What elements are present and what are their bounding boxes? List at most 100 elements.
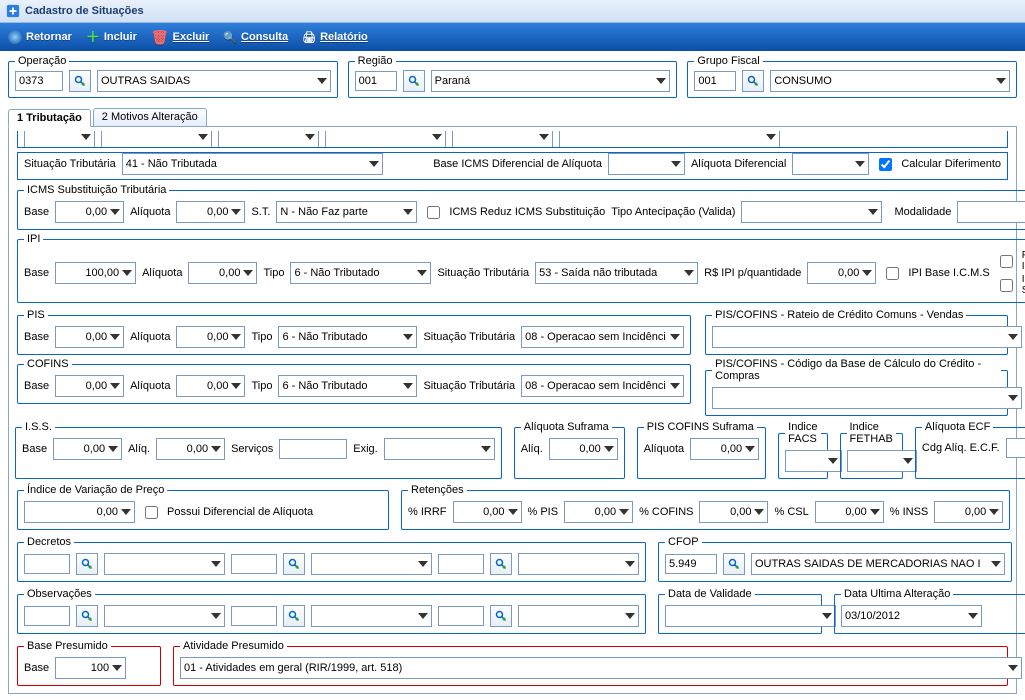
calc-dif-label: Calcular Diferimento: [901, 158, 1001, 170]
grupo-lookup-button[interactable]: [742, 70, 764, 92]
cut-field-5[interactable]: [452, 131, 553, 148]
icms-sub-aliq[interactable]: [176, 201, 245, 223]
modalidade-select[interactable]: [957, 201, 1025, 223]
cfop-lookup[interactable]: [723, 553, 745, 575]
decreto-code-3[interactable]: [438, 554, 484, 574]
ipi-tipo-select[interactable]: [290, 262, 431, 284]
obs-lookup-3[interactable]: [490, 605, 512, 627]
ipi-base[interactable]: [55, 262, 136, 284]
tab-panel: Situação Tributária Base ICMS Diferencia…: [8, 126, 1017, 694]
cfop-desc[interactable]: [751, 553, 1005, 575]
pis-tipo[interactable]: [278, 326, 417, 348]
possui-dif-checkbox[interactable]: [145, 506, 158, 519]
consulta-button[interactable]: 🔍 Consulta: [223, 31, 288, 44]
cut-field-2[interactable]: [101, 131, 212, 148]
ipi-base-sub-checkbox[interactable]: [1000, 279, 1013, 292]
decreto-lookup-2[interactable]: [283, 553, 305, 575]
grupo-code-input[interactable]: [694, 71, 736, 91]
operacao-lookup-button[interactable]: [69, 70, 91, 92]
aliq-suframa[interactable]: [549, 438, 618, 460]
operacao-desc-select[interactable]: [97, 70, 331, 92]
pis-aliq[interactable]: [176, 326, 245, 348]
indice-var-preco-group: Índice de Variação de Preço Possui Difer…: [17, 484, 389, 530]
tab-tributacao[interactable]: 1 Tributação: [8, 109, 91, 127]
pct-inss[interactable]: [934, 501, 1003, 523]
calc-dif-checkbox[interactable]: [879, 158, 892, 171]
decreto-lookup-1[interactable]: [76, 553, 98, 575]
relatorio-button[interactable]: 🖨 Relatório: [302, 31, 368, 44]
window-titlebar: Cadastro de Situações: [0, 0, 1025, 23]
obs-code-1[interactable]: [24, 606, 70, 626]
pct-pis[interactable]: [564, 501, 633, 523]
regiao-code-input[interactable]: [355, 71, 397, 91]
obs-desc-1[interactable]: [104, 605, 225, 627]
pct-cofins[interactable]: [699, 501, 768, 523]
sit-trib-select[interactable]: [122, 153, 383, 175]
iss-servicos[interactable]: [279, 439, 347, 459]
tipo-antecip-select[interactable]: [741, 201, 882, 223]
cofins-sit[interactable]: [521, 375, 684, 397]
grupo-desc-select[interactable]: [770, 70, 1010, 92]
piscofins-compras-group: PIS/COFINS - Código da Base de Cálculo d…: [705, 358, 1008, 416]
tab-motivos[interactable]: 2 Motivos Alteração: [93, 108, 207, 126]
indice-facs[interactable]: [785, 450, 841, 472]
aliq-dif-select[interactable]: [792, 153, 869, 175]
obs-desc-3[interactable]: [518, 605, 639, 627]
decreto-code-2[interactable]: [231, 554, 277, 574]
excluir-button[interactable]: 🗑 Excluir: [151, 29, 209, 46]
obs-lookup-1[interactable]: [76, 605, 98, 627]
obs-lookup-2[interactable]: [283, 605, 305, 627]
data-ult-alt-input[interactable]: [841, 605, 982, 627]
data-validade-input[interactable]: [665, 605, 836, 627]
pis-base[interactable]: [55, 326, 124, 348]
piscofins-compras-select[interactable]: [712, 387, 1022, 409]
aliq-dif-label: Alíquota Diferencial: [691, 158, 786, 170]
decreto-code-1[interactable]: [24, 554, 70, 574]
piscofins-vendas-select[interactable]: [712, 326, 1022, 348]
incluir-button[interactable]: ＋ Incluir: [86, 30, 137, 44]
retornar-button[interactable]: Retornar: [8, 30, 72, 44]
tabstrip: 1 Tributação 2 Motivos Alteração: [8, 108, 1017, 126]
icms-sub-base[interactable]: [55, 201, 124, 223]
obs-code-3[interactable]: [438, 606, 484, 626]
pct-irrf[interactable]: [453, 501, 522, 523]
ipi-base-icms-checkbox[interactable]: [886, 267, 899, 280]
obs-code-2[interactable]: [231, 606, 277, 626]
pis-cofins-suframa[interactable]: [690, 438, 759, 460]
cofins-tipo[interactable]: [278, 375, 417, 397]
obs-desc-2[interactable]: [311, 605, 432, 627]
decreto-desc-3[interactable]: [518, 553, 639, 575]
pis-sit[interactable]: [521, 326, 684, 348]
base-presumido-input[interactable]: [55, 657, 126, 679]
icms-sub-st-select[interactable]: [276, 201, 417, 223]
cut-field-4[interactable]: [325, 131, 446, 148]
operacao-code-input[interactable]: [15, 71, 63, 91]
cut-field-3[interactable]: [218, 131, 319, 148]
atividade-presumido-select[interactable]: [180, 657, 1022, 679]
frete-base-ipi-checkbox[interactable]: [1000, 255, 1013, 268]
regiao-lookup-button[interactable]: [403, 70, 425, 92]
ipi-sit-select[interactable]: [535, 262, 698, 284]
cofins-base[interactable]: [55, 375, 124, 397]
cofins-aliq[interactable]: [176, 375, 245, 397]
iss-base[interactable]: [53, 438, 122, 460]
regiao-group: Região: [348, 55, 678, 98]
regiao-desc-select[interactable]: [431, 70, 671, 92]
iss-exig[interactable]: [384, 438, 495, 460]
decreto-lookup-3[interactable]: [490, 553, 512, 575]
cfop-code[interactable]: [665, 554, 717, 574]
arrow-left-icon: [8, 30, 22, 44]
ipi-aliq[interactable]: [188, 262, 257, 284]
decreto-desc-2[interactable]: [311, 553, 432, 575]
pct-csl[interactable]: [815, 501, 884, 523]
ipi-rs-input[interactable]: [807, 262, 876, 284]
cut-field-1[interactable]: [24, 131, 95, 148]
decreto-desc-1[interactable]: [104, 553, 225, 575]
indice-fethab[interactable]: [847, 450, 917, 472]
icms-reduz-checkbox[interactable]: [427, 206, 440, 219]
base-icms-dif-select[interactable]: [608, 153, 685, 175]
cut-field-6[interactable]: [559, 131, 780, 148]
aliq-ecf-input[interactable]: [1006, 438, 1025, 458]
iss-aliq[interactable]: [156, 438, 225, 460]
indice-var-input[interactable]: [24, 501, 135, 523]
